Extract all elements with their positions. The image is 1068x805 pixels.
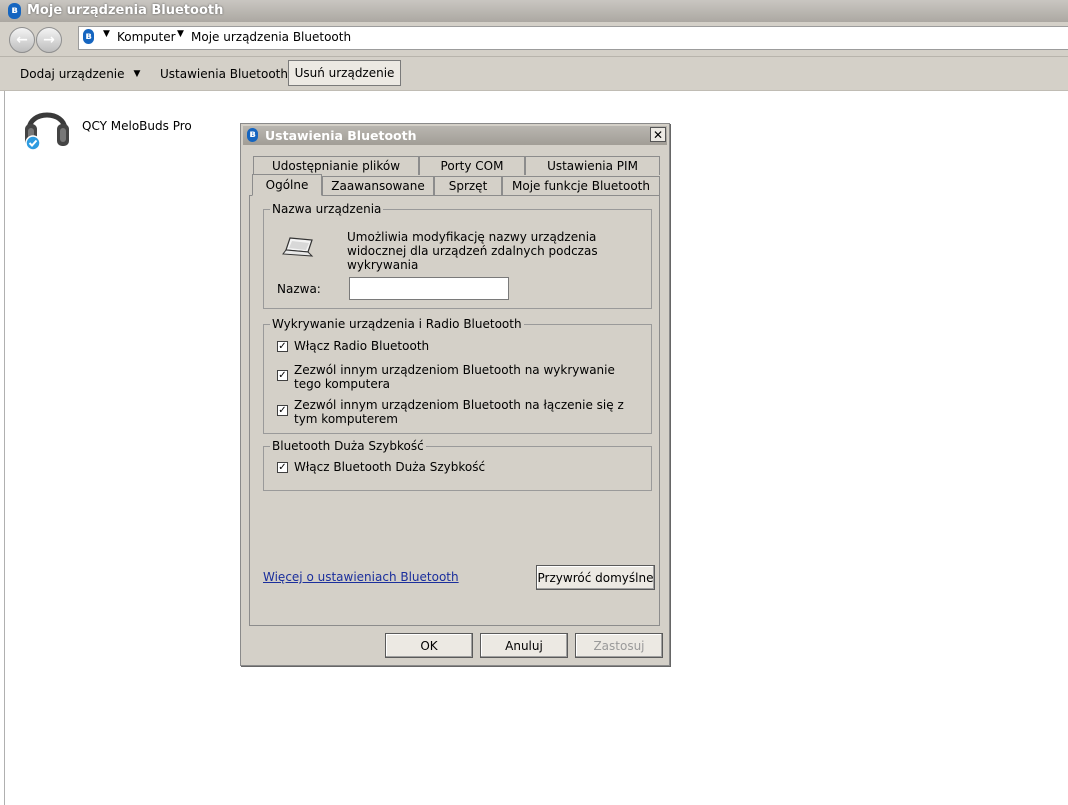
bluetooth-icon: ʙ <box>8 3 21 19</box>
enable-high-speed-checkbox[interactable]: ✓ <box>277 462 288 473</box>
window-title: Moje urządzenia Bluetooth <box>27 3 224 18</box>
discovery-group-title: Wykrywanie urządzenia i Radio Bluetooth <box>270 317 524 331</box>
device-name-description: Umożliwia modyfikację nazwy urządzenia w… <box>347 230 598 272</box>
enable-radio-label[interactable]: Włącz Radio Bluetooth <box>294 339 429 353</box>
tab-pim-settings[interactable]: Ustawienia PIM <box>525 156 660 175</box>
tab-advanced[interactable]: Zaawansowane <box>322 176 434 195</box>
dialog-title-bar: ʙ Ustawienia Bluetooth ✕ <box>243 126 667 145</box>
bluetooth-settings-dialog: ʙ Ustawienia Bluetooth ✕ Udostępnianie p… <box>240 123 670 666</box>
cancel-button[interactable]: Anuluj <box>480 633 568 658</box>
chevron-down-icon[interactable]: ▼ <box>103 29 110 39</box>
tab-com-ports[interactable]: Porty COM <box>419 156 525 175</box>
device-name-field[interactable] <box>349 277 509 300</box>
add-device-button[interactable]: Dodaj urządzenie ▼ <box>20 57 140 90</box>
tab-file-sharing[interactable]: Udostępnianie plików <box>253 156 419 175</box>
high-speed-group-title: Bluetooth Duża Szybkość <box>270 439 426 453</box>
back-button[interactable]: ← <box>9 27 35 53</box>
ok-button[interactable]: OK <box>385 633 473 658</box>
close-button[interactable]: ✕ <box>650 127 666 142</box>
bluetooth-icon: ʙ <box>83 29 94 44</box>
device-name[interactable]: QCY MeloBuds Pro <box>82 119 192 133</box>
restore-defaults-button[interactable]: Przywróć domyślne <box>536 565 655 590</box>
command-toolbar: Dodaj urządzenie ▼ Ustawienia Bluetooth … <box>0 57 1068 91</box>
content-border <box>4 91 5 805</box>
allow-discovery-checkbox[interactable]: ✓ <box>277 370 288 381</box>
dialog-title: Ustawienia Bluetooth <box>265 128 417 143</box>
forward-button[interactable]: → <box>36 27 62 53</box>
discovery-group: Wykrywanie urządzenia i Radio Bluetooth … <box>263 317 652 434</box>
apply-button[interactable]: Zastosuj <box>575 633 663 658</box>
address-bar[interactable]: ʙ ▼ Komputer ▼ Moje urządzenia Bluetooth <box>78 26 1068 50</box>
enable-high-speed-label[interactable]: Włącz Bluetooth Duża Szybkość <box>294 460 485 474</box>
device-name-group-title: Nazwa urządzenia <box>270 202 384 216</box>
remove-device-button[interactable]: Usuń urządzenie <box>288 60 401 86</box>
device-name-group: Nazwa urządzenia Umożliwia modyfikację n… <box>263 202 652 309</box>
enable-radio-checkbox[interactable]: ✓ <box>277 341 288 352</box>
high-speed-group: Bluetooth Duża Szybkość ✓ Włącz Bluetoot… <box>263 439 652 491</box>
add-device-label: Dodaj urządzenie <box>20 66 125 81</box>
name-label: Nazwa: <box>277 282 321 296</box>
chevron-down-icon[interactable]: ▼ <box>177 29 184 39</box>
allow-connect-checkbox[interactable]: ✓ <box>277 405 288 416</box>
bluetooth-settings-button[interactable]: Ustawienia Bluetooth <box>160 57 288 90</box>
headphones-icon[interactable] <box>22 100 72 152</box>
breadcrumb-computer[interactable]: Komputer <box>117 30 176 44</box>
tab-general[interactable]: Ogólne <box>252 174 322 196</box>
laptop-icon <box>282 236 316 262</box>
tab-hardware[interactable]: Sprzęt <box>434 176 502 195</box>
window-title-bar: ʙ Moje urządzenia Bluetooth <box>0 0 1068 22</box>
bluetooth-icon: ʙ <box>247 128 258 142</box>
allow-connect-label[interactable]: Zezwól innym urządzeniom Bluetooth na łą… <box>294 398 634 426</box>
more-bluetooth-settings-link[interactable]: Więcej o ustawieniach Bluetooth <box>263 570 459 584</box>
tab-panel-general: Nazwa urządzenia Umożliwia modyfikację n… <box>249 195 660 626</box>
tab-my-bluetooth-features[interactable]: Moje funkcje Bluetooth <box>502 176 660 195</box>
chevron-down-icon: ▼ <box>133 68 141 79</box>
allow-discovery-label[interactable]: Zezwól innym urządzeniom Bluetooth na wy… <box>294 363 634 391</box>
breadcrumb-bluetooth-devices[interactable]: Moje urządzenia Bluetooth <box>191 30 351 44</box>
address-bar-area: ← → ʙ ▼ Komputer ▼ Moje urządzenia Bluet… <box>0 22 1068 57</box>
